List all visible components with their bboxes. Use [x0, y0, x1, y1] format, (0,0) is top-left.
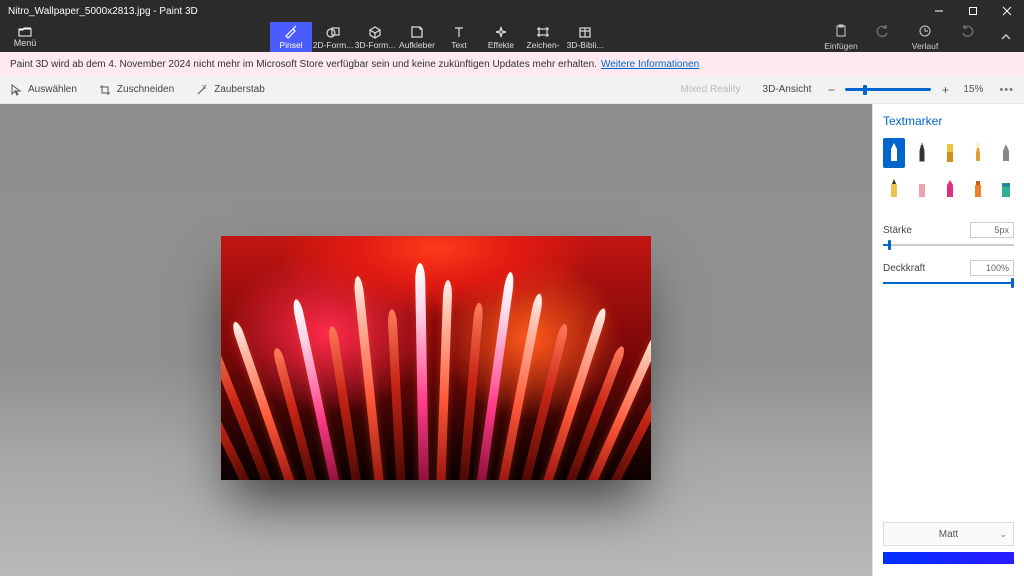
undo-icon: [876, 24, 890, 40]
paste-button[interactable]: Einfügen: [820, 22, 862, 52]
close-button[interactable]: [990, 0, 1024, 22]
tool-brushes[interactable]: Pinsel: [270, 22, 312, 52]
library-icon: [577, 25, 593, 39]
panel-title: Textmarker: [883, 114, 1014, 128]
brush-spray[interactable]: [967, 174, 989, 204]
deprecation-notice: Paint 3D wird ab dem 4. November 2024 ni…: [0, 52, 1024, 76]
thickness-label: Stärke: [883, 225, 912, 236]
history-icon: [918, 24, 932, 40]
shapes-2d-icon: [325, 25, 341, 39]
paste-icon: [834, 24, 848, 40]
mixed-reality-button: Mixed Reality: [674, 84, 740, 95]
zoom-out-button[interactable]: −: [825, 83, 837, 97]
zoom-slider[interactable]: [845, 88, 931, 91]
brush-marker[interactable]: [883, 138, 905, 168]
maximize-button[interactable]: [956, 0, 990, 22]
tool-3d-shapes[interactable]: 3D-Form...: [354, 22, 396, 52]
cursor-icon: [10, 84, 22, 96]
canvas-area[interactable]: [0, 104, 872, 576]
brush-oil[interactable]: [939, 138, 961, 168]
brush-icon: [283, 25, 299, 39]
chevron-up-icon: [1000, 31, 1012, 43]
notice-text: Paint 3D wird ab dem 4. November 2024 ni…: [10, 59, 597, 70]
crop-icon: [99, 84, 111, 96]
main-area: Textmarker Stärke 5px Deckkraft: [0, 104, 1024, 576]
tool-canvas[interactable]: Zeichen-: [522, 22, 564, 52]
history-button[interactable]: Verlauf: [904, 22, 946, 52]
redo-button[interactable]: [946, 22, 988, 52]
magic-select-tool[interactable]: Zauberstab: [196, 84, 265, 96]
material-dropdown[interactable]: Matt ⌄: [883, 522, 1014, 546]
tool-effects[interactable]: Effekte: [480, 22, 522, 52]
opacity-control: Deckkraft 100%: [883, 260, 1014, 284]
undo-button[interactable]: [862, 22, 904, 52]
more-button[interactable]: •••: [999, 84, 1014, 96]
crop-tool[interactable]: Zuschneiden: [99, 84, 174, 96]
folder-icon: [18, 27, 32, 37]
zoom-controls: − + 15% •••: [825, 83, 1014, 97]
brush-fill[interactable]: [995, 174, 1017, 204]
3d-view-button[interactable]: 3D-Ansicht: [757, 84, 812, 95]
wand-icon: [196, 84, 208, 96]
window-buttons: [922, 0, 1024, 22]
minimize-button[interactable]: [922, 0, 956, 22]
zoom-percent: 15%: [963, 84, 983, 95]
chevron-down-icon: ⌄: [999, 529, 1007, 540]
title-bar: Nitro_Wallpaper_5000x2813.jpg - Paint 3D: [0, 0, 1024, 22]
tool-2d-shapes[interactable]: 2D-Form...: [312, 22, 354, 52]
shapes-3d-icon: [367, 25, 383, 39]
opacity-value[interactable]: 100%: [970, 260, 1014, 276]
window-title: Nitro_Wallpaper_5000x2813.jpg - Paint 3D: [8, 6, 922, 17]
menu-label: Menü: [14, 38, 37, 48]
tool-stickers[interactable]: Aufkleber: [396, 22, 438, 52]
opacity-slider[interactable]: [883, 282, 1014, 284]
menu-button[interactable]: Menü: [0, 22, 50, 52]
sticker-icon: [409, 25, 425, 39]
brush-calligraphy[interactable]: [911, 138, 933, 168]
canvas-icon: [535, 25, 551, 39]
thickness-slider[interactable]: [883, 244, 1014, 246]
brush-pixel[interactable]: [995, 138, 1017, 168]
collapse-ribbon-button[interactable]: [988, 22, 1024, 52]
color-swatch[interactable]: [883, 552, 1014, 564]
effects-icon: [493, 25, 509, 39]
tool-3d-library[interactable]: 3D-Bibli...: [564, 22, 606, 52]
brush-pencil[interactable]: [883, 174, 905, 204]
ribbon-right: Einfügen Verlauf: [820, 22, 1024, 52]
text-icon: [451, 25, 467, 39]
brush-eraser[interactable]: [911, 174, 933, 204]
brush-crayon[interactable]: [939, 174, 961, 204]
secondary-toolbar: Auswählen Zuschneiden Zauberstab Mixed R…: [0, 76, 1024, 104]
brush-watercolor[interactable]: [967, 138, 989, 168]
opacity-label: Deckkraft: [883, 263, 925, 274]
thickness-value[interactable]: 5px: [970, 222, 1014, 238]
brush-grid: [883, 138, 1014, 204]
canvas-image[interactable]: [221, 236, 651, 480]
side-panel: Textmarker Stärke 5px Deckkraft: [872, 104, 1024, 576]
notice-link[interactable]: Weitere Informationen: [601, 59, 699, 70]
tool-text[interactable]: Text: [438, 22, 480, 52]
ribbon: Menü Pinsel 2D-Form... 3D-Form... Aufkle…: [0, 22, 1024, 52]
redo-icon: [960, 24, 974, 40]
thickness-control: Stärke 5px: [883, 222, 1014, 246]
zoom-in-button[interactable]: +: [939, 83, 951, 97]
select-tool[interactable]: Auswählen: [10, 84, 77, 96]
ribbon-tools: Pinsel 2D-Form... 3D-Form... Aufkleber T…: [270, 22, 606, 52]
